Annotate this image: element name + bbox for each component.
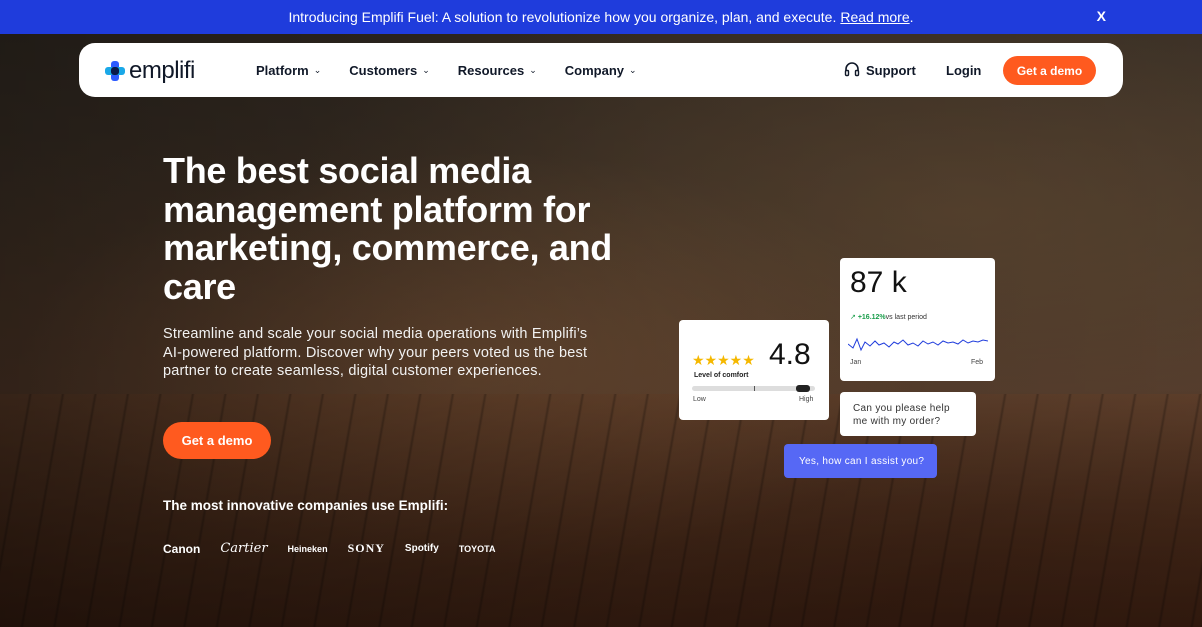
hero-subtext: Streamline and scale your social media o… xyxy=(163,326,588,379)
main-nav: Platform ⌄ Customers ⌄ Resources ⌄ Company ⌄ xyxy=(256,43,665,97)
chevron-down-icon: ⌄ xyxy=(422,64,430,75)
announcement-bar: Introducing Emplifi Fuel: A solution to … xyxy=(0,0,1202,34)
brand-logo-cartier: Cartier xyxy=(220,541,268,556)
nav-item-customers[interactable]: Customers ⌄ xyxy=(349,63,429,78)
stat-change: ↗ +16.12%vs last period xyxy=(850,313,927,321)
brand-logo-heineken: Heineken xyxy=(287,543,328,554)
sparkline-line xyxy=(848,337,988,352)
star-rating-icon: ★★★★★ xyxy=(692,352,755,368)
hero-demo-button[interactable]: Get a demo xyxy=(163,422,271,459)
login-link[interactable]: Login xyxy=(946,43,981,97)
announcement-text: Introducing Emplifi Fuel: A solution to … xyxy=(288,9,837,25)
rating-value: 4.8 xyxy=(769,338,811,371)
chat-answer-bubble: Yes, how can I assist you? xyxy=(784,444,937,478)
close-icon[interactable]: X xyxy=(1097,8,1106,24)
headset-icon xyxy=(844,62,860,77)
nav-item-label: Customers xyxy=(349,62,418,78)
x-end-label: Feb xyxy=(971,359,984,366)
slider-tick xyxy=(754,386,755,391)
high-label: High xyxy=(799,396,814,403)
nav-demo-button[interactable]: Get a demo xyxy=(1003,56,1096,85)
nav-item-platform[interactable]: Platform ⌄ xyxy=(256,63,321,78)
brand-logo-sony: SONY xyxy=(347,541,385,555)
sparkline-chart xyxy=(848,337,988,352)
nav-item-company[interactable]: Company ⌄ xyxy=(565,63,637,78)
navbar: emplifi Platform ⌄ Customers ⌄ Resources ⌄ … xyxy=(79,43,1123,97)
nav-item-label: Platform xyxy=(256,62,309,78)
stat-value: 87 k xyxy=(850,266,907,299)
brand-logo-toyota: TOYOTA xyxy=(458,543,496,554)
comfort-label: Level of comfort xyxy=(694,372,749,379)
support-label: Support xyxy=(866,62,916,78)
trust-heading: The most innovative companies use Emplif… xyxy=(163,498,449,513)
slider-knob xyxy=(796,385,810,392)
stat-change-suffix: vs last period xyxy=(885,314,927,321)
low-label: Low xyxy=(693,396,706,403)
nav-item-label: Company xyxy=(564,62,625,78)
comfort-slider xyxy=(692,385,815,392)
emplifi-logo[interactable]: emplifi xyxy=(105,57,195,85)
logo-wordmark: emplifi xyxy=(129,57,195,84)
chevron-down-icon: ⌄ xyxy=(313,64,322,75)
stat-change-value: +16.12% xyxy=(857,314,886,321)
brand-logos: Canon Cartier Heineken SONY Spotify TOYO… xyxy=(163,541,515,556)
logo-mark-icon xyxy=(105,61,125,81)
announcement-period: . xyxy=(909,9,914,25)
brand-logo-spotify: Spotify xyxy=(404,543,439,554)
support-link[interactable]: Support xyxy=(844,43,916,97)
stat-card: 87 k ↗ +16.12%vs last period Jan Feb xyxy=(840,258,995,381)
trend-up-icon: ↗ xyxy=(850,314,856,321)
chat-question-bubble: Can you please help me with my order? xyxy=(840,392,976,436)
nav-item-label: Resources xyxy=(457,62,525,78)
hero-headline: The best social media management platfor… xyxy=(163,150,612,307)
chevron-down-icon: ⌄ xyxy=(629,64,637,75)
nav-item-resources[interactable]: Resources ⌄ xyxy=(458,63,537,78)
read-more-link[interactable]: Read more xyxy=(840,9,909,25)
chevron-down-icon: ⌄ xyxy=(529,64,537,75)
x-start-label: Jan xyxy=(850,359,862,366)
brand-logo-canon: Canon xyxy=(163,541,201,556)
rating-card: ★★★★★ 4.8 Level of comfort Low High xyxy=(679,320,829,420)
